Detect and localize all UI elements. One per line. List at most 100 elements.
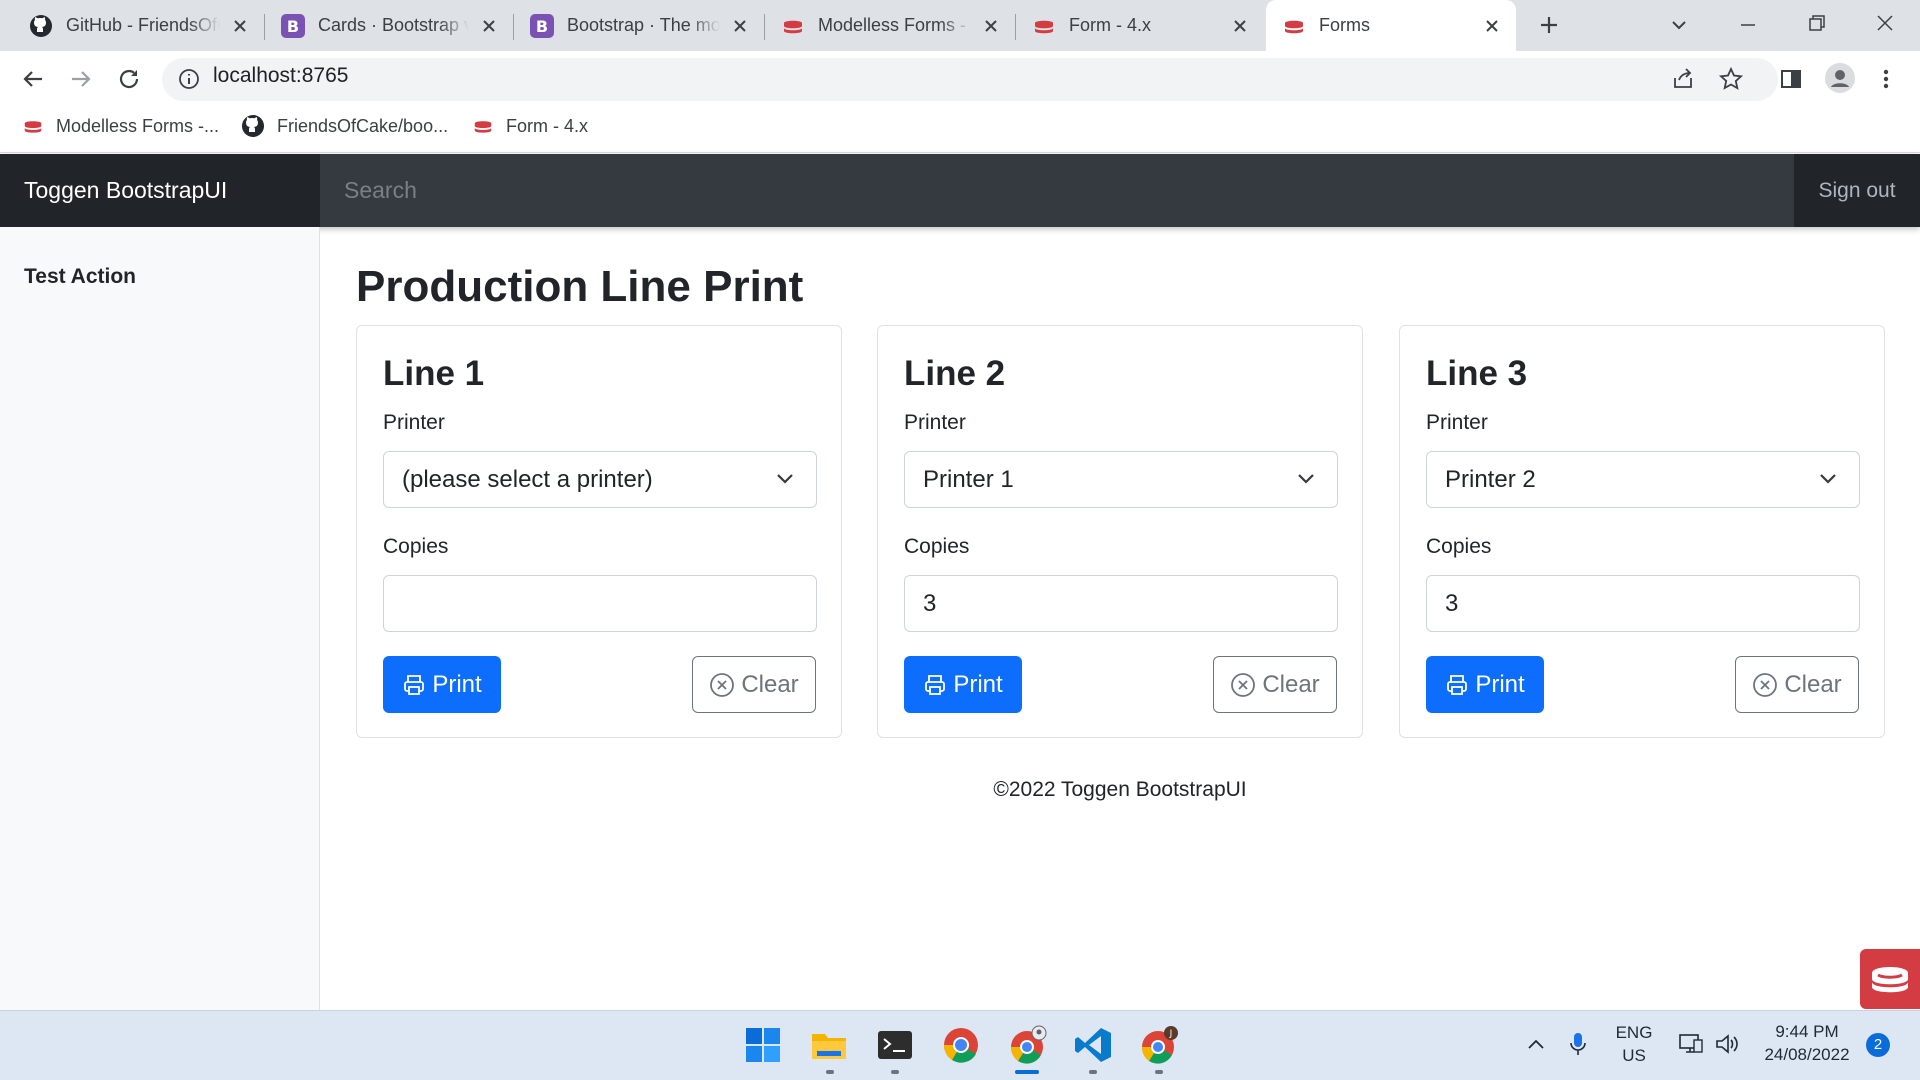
x-circle-icon (1231, 672, 1256, 697)
clear-button-label: Clear (1784, 670, 1842, 698)
tab-title: Form - 4.x (1069, 15, 1152, 35)
active-indicator (1015, 1070, 1039, 1074)
tab-bootstrap[interactable]: B Bootstrap · The most popular (514, 0, 764, 51)
restore-icon[interactable] (1806, 12, 1828, 34)
window-close-icon[interactable] (1874, 12, 1896, 34)
sign-out-link[interactable]: Sign out (1794, 154, 1920, 227)
chrome-profile-j-icon[interactable]: J (1139, 1025, 1179, 1065)
copies-label: Copies (383, 535, 449, 558)
printer-select[interactable]: Printer 1 (904, 451, 1338, 508)
tab-title: Forms (1319, 15, 1370, 35)
terminal-icon[interactable] (875, 1025, 915, 1065)
copies-label: Copies (904, 535, 970, 558)
close-icon[interactable] (981, 16, 1001, 36)
card-title: Line 2 (904, 354, 1006, 393)
tab-title: GitHub - FriendsOfCake/bootstrap-ui (66, 15, 220, 35)
line-card: Line 1 Printer (please select a printer)… (356, 325, 842, 738)
file-explorer-icon[interactable] (809, 1025, 849, 1065)
tab-cards-bootstrap[interactable]: B Cards · Bootstrap v5 (265, 0, 513, 51)
printer-selected-value: Printer 2 (1445, 466, 1536, 493)
copies-input[interactable] (383, 575, 817, 632)
tab-form-4x[interactable]: Form - 4.x (1016, 0, 1264, 51)
printer-label: Printer (1426, 411, 1488, 434)
close-icon[interactable] (1482, 16, 1502, 36)
new-tab-icon[interactable] (1538, 14, 1560, 36)
printer-select[interactable]: Printer 2 (1426, 451, 1860, 508)
x-circle-icon (710, 672, 735, 697)
forward-icon[interactable] (68, 66, 94, 92)
clock[interactable]: 9:44 PM 24/08/2022 (1752, 1022, 1862, 1065)
copies-input[interactable]: 3 (1426, 575, 1860, 632)
vscode-icon[interactable] (1073, 1025, 1113, 1065)
x-circle-icon (1753, 672, 1778, 697)
back-icon[interactable] (20, 66, 46, 92)
language-code: ENG (1615, 1023, 1653, 1042)
clear-button[interactable]: Clear (692, 656, 816, 713)
card-title: Line 3 (1426, 354, 1528, 393)
running-indicator (1155, 1070, 1163, 1074)
minimize-icon[interactable] (1737, 14, 1759, 36)
chrome-icon[interactable] (941, 1025, 981, 1065)
printer-label: Printer (904, 411, 966, 434)
card-title: Line 1 (383, 354, 485, 393)
bookmark-friendsofcake[interactable]: FriendsOfCake/boo... (241, 107, 448, 145)
print-button-label: Print (953, 670, 1003, 698)
volume-icon[interactable] (1714, 1032, 1740, 1056)
printer-icon (1447, 674, 1468, 695)
printer-select[interactable]: (please select a printer) (383, 451, 817, 508)
network-display-icon[interactable] (1678, 1032, 1704, 1056)
clear-button-label: Clear (741, 670, 799, 698)
cakephp-icon (24, 121, 42, 133)
print-button[interactable]: Print (904, 656, 1022, 713)
close-icon[interactable] (230, 16, 250, 36)
sidebar-item-test-action[interactable]: Test Action (24, 265, 136, 289)
debug-kit-button[interactable] (1860, 949, 1920, 1009)
copies-input[interactable]: 3 (904, 575, 1338, 632)
running-indicator (826, 1070, 834, 1074)
copies-label: Copies (1426, 535, 1492, 558)
bookmark-star-icon[interactable] (1718, 66, 1744, 92)
clear-button[interactable]: Clear (1213, 656, 1337, 713)
print-button[interactable]: Print (1426, 656, 1544, 713)
tab-forms[interactable]: Forms (1266, 0, 1516, 51)
region-code: US (1622, 1046, 1646, 1065)
chrome-profile-icon[interactable] (1007, 1025, 1047, 1065)
tab-github[interactable]: GitHub - FriendsOfCake/bootstrap-ui (0, 0, 264, 51)
language-indicator[interactable]: ENG US (1606, 1023, 1662, 1066)
close-icon[interactable] (730, 16, 750, 36)
bookmark-form-4x[interactable]: Form - 4.x (472, 107, 588, 145)
chevron-up-icon[interactable] (1525, 1033, 1547, 1055)
close-icon[interactable] (479, 16, 499, 36)
page-title: Production Line Print (356, 262, 804, 311)
printer-icon (925, 674, 946, 695)
microphone-icon[interactable] (1567, 1030, 1589, 1058)
windows-start-icon[interactable] (743, 1025, 783, 1065)
bookmark-modelless-forms[interactable]: Modelless Forms -... (22, 107, 219, 145)
address-bar[interactable] (162, 58, 1778, 101)
close-icon[interactable] (1230, 16, 1250, 36)
cakephp-icon (1035, 20, 1053, 33)
page-footer: ©2022 Toggen BootstrapUI (993, 778, 1247, 801)
notification-badge[interactable]: 2 (1866, 1033, 1890, 1057)
side-panel-icon[interactable] (1778, 66, 1804, 92)
print-button-label: Print (432, 670, 482, 698)
profile-avatar-icon[interactable] (1824, 62, 1856, 94)
chevron-down-icon (777, 474, 793, 484)
reload-icon[interactable] (116, 66, 142, 92)
share-icon[interactable] (1670, 66, 1696, 92)
url-text[interactable]: localhost:8765 (213, 64, 348, 88)
printer-icon (404, 674, 425, 695)
cakephp-icon (474, 121, 492, 133)
tab-search-chevron-icon[interactable] (1668, 14, 1690, 36)
site-info-icon[interactable] (178, 68, 200, 90)
print-button[interactable]: Print (383, 656, 501, 713)
search-input[interactable] (320, 154, 1794, 227)
tab-modelless-forms[interactable]: Modelless Forms - CakePHP (765, 0, 1015, 51)
navbar-brand[interactable]: Toggen BootstrapUI (0, 154, 320, 227)
clear-button[interactable]: Clear (1735, 656, 1859, 713)
line-card: Line 3 Printer Printer 2 Copies 3 Print … (1399, 325, 1885, 738)
clock-time: 9:44 PM (1775, 1022, 1839, 1041)
chevron-down-icon (1298, 474, 1314, 484)
menu-kebab-icon[interactable] (1876, 66, 1896, 92)
printer-selected-value: (please select a printer) (402, 466, 653, 493)
